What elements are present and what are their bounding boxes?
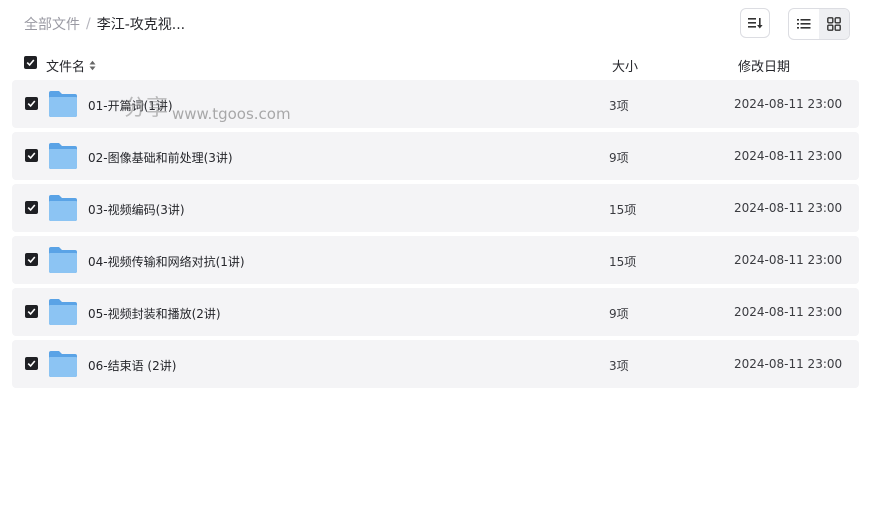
file-count: 3项	[609, 99, 629, 113]
folder-icon	[49, 351, 77, 377]
file-count: 15项	[609, 203, 637, 217]
row-checkbox[interactable]	[25, 305, 38, 318]
breadcrumb: 全部文件 / 李江-攻克视...	[24, 14, 185, 34]
breadcrumb-root[interactable]: 全部文件	[24, 14, 80, 34]
list-view-button[interactable]	[789, 9, 819, 39]
row-checkbox[interactable]	[25, 97, 38, 110]
column-header-size[interactable]: 大小	[612, 56, 638, 75]
folder-icon	[49, 195, 77, 221]
folder-icon	[49, 299, 77, 325]
row-checkbox[interactable]	[25, 149, 38, 162]
check-icon	[26, 59, 35, 67]
file-name[interactable]: 01-开篇词(1讲)	[88, 97, 173, 114]
check-icon	[27, 308, 36, 316]
file-name[interactable]: 02-图像基础和前处理(3讲)	[88, 149, 233, 166]
file-count: 9项	[609, 151, 629, 165]
file-date: 2024-08-11 23:00	[734, 305, 843, 319]
check-icon	[27, 256, 36, 264]
breadcrumb-current: 李江-攻克视...	[96, 17, 186, 33]
file-date: 2024-08-11 23:00	[734, 149, 843, 163]
check-icon	[27, 152, 36, 160]
column-header-date[interactable]: 修改日期	[738, 56, 790, 75]
check-icon	[27, 360, 36, 368]
file-row[interactable]: 05-视频封装和播放(2讲) 9项 2024-08-11 23:00	[12, 288, 859, 336]
table-header: 文件名 大小 修改日期	[0, 50, 874, 78]
file-name[interactable]: 03-视频编码(3讲)	[88, 201, 185, 218]
breadcrumb-separator: /	[86, 16, 91, 32]
file-date: 2024-08-11 23:00	[734, 253, 843, 267]
file-date: 2024-08-11 23:00	[734, 357, 843, 371]
file-row[interactable]: 01-开篇词(1讲) 3项 2024-08-11 23:00	[12, 80, 859, 128]
column-header-name[interactable]: 文件名	[46, 56, 96, 75]
column-header-name-label: 文件名	[46, 60, 86, 75]
file-date: 2024-08-11 23:00	[734, 201, 843, 215]
file-count: 15项	[609, 255, 637, 269]
folder-icon	[49, 143, 77, 169]
folder-icon	[49, 247, 77, 273]
row-checkbox[interactable]	[25, 201, 38, 214]
row-checkbox[interactable]	[25, 357, 38, 370]
file-date: 2024-08-11 23:00	[734, 97, 843, 111]
list-view-icon	[797, 19, 811, 29]
grid-view-icon	[827, 17, 841, 31]
file-row[interactable]: 06-结束语 (2讲) 3项 2024-08-11 23:00	[12, 340, 859, 388]
grid-view-button[interactable]	[819, 9, 849, 39]
file-count: 3项	[609, 359, 629, 373]
top-bar: 全部文件 / 李江-攻克视...	[0, 0, 874, 46]
file-row[interactable]: 04-视频传输和网络对抗(1讲) 15项 2024-08-11 23:00	[12, 236, 859, 284]
sort-caret-icon	[89, 60, 96, 71]
sort-icon	[748, 18, 763, 29]
file-row[interactable]: 03-视频编码(3讲) 15项 2024-08-11 23:00	[12, 184, 859, 232]
check-icon	[27, 204, 36, 212]
view-toggle	[788, 8, 850, 40]
file-count: 9项	[609, 307, 629, 321]
folder-icon	[49, 91, 77, 117]
sort-button[interactable]	[740, 8, 770, 38]
file-row[interactable]: 02-图像基础和前处理(3讲) 9项 2024-08-11 23:00	[12, 132, 859, 180]
file-name[interactable]: 04-视频传输和网络对抗(1讲)	[88, 253, 245, 270]
file-name[interactable]: 05-视频封装和播放(2讲)	[88, 305, 221, 322]
file-name[interactable]: 06-结束语 (2讲)	[88, 357, 176, 374]
file-list: 01-开篇词(1讲) 3项 2024-08-11 23:00 02-图像基础和前…	[12, 80, 859, 392]
check-icon	[27, 100, 36, 108]
select-all-checkbox[interactable]	[24, 56, 37, 69]
row-checkbox[interactable]	[25, 253, 38, 266]
